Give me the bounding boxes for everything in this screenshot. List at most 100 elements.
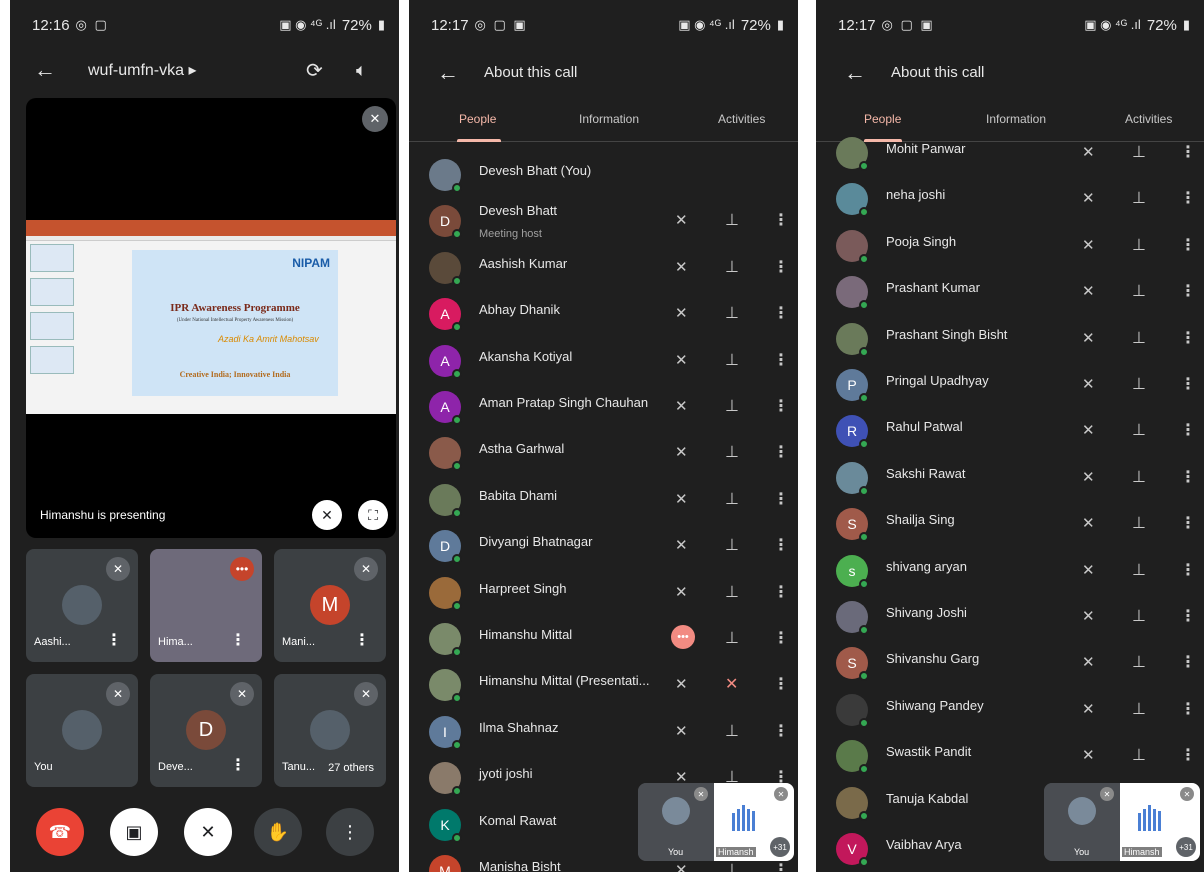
mic-off-icon[interactable]: ✕ [1082,700,1095,718]
pin-icon[interactable]: ⊥ [725,210,739,230]
mic-off-icon[interactable]: ✕ [1082,514,1095,532]
person-row[interactable]: Sakshi Rawat ✕ ⊥ ⋮ [816,456,1204,502]
more-options-icon[interactable]: ⋮ [773,396,789,416]
back-arrow-icon[interactable]: ← [844,60,866,86]
others-count[interactable]: 27 others [322,759,380,777]
mic-off-icon[interactable]: ✕ [675,397,688,415]
person-row[interactable]: D Devesh Bhatt Meeting host ✕ ⊥ ⋮ [409,199,798,245]
pin-icon[interactable]: ⊥ [725,442,739,462]
more-options-icon[interactable]: ⋮ [1180,606,1196,626]
mic-off-icon[interactable]: ✕ [1082,189,1095,207]
person-row[interactable]: Babita Dhami ✕ ⊥ ⋮ [409,478,798,524]
more-options-icon[interactable]: ⋮ [1180,699,1196,719]
participant-tile[interactable]: ✕ D Deve... ⋮ [150,674,262,787]
more-options-icon[interactable]: ⋮ [1180,560,1196,580]
mic-off-icon[interactable]: ✕ [1082,375,1095,393]
person-row[interactable]: Swastik Pandit ✕ ⊥ ⋮ [816,734,1204,780]
more-options-icon[interactable]: ⋮ [773,582,789,602]
pin-icon[interactable]: ⊥ [725,860,739,872]
mic-off-icon[interactable]: ✕ [675,861,688,872]
pin-icon[interactable]: ⊥ [1132,467,1146,487]
more-options-icon[interactable]: ⋮ [1180,188,1196,208]
person-row[interactable]: A Abhay Dhanik ✕ ⊥ ⋮ [409,292,798,338]
more-options-icon[interactable]: ⋮ [1180,235,1196,255]
pin-icon[interactable]: ⊥ [725,257,739,277]
person-row[interactable]: s shivang aryan ✕ ⊥ ⋮ [816,549,1204,595]
more-options-icon[interactable]: ⋮ [1180,467,1196,487]
pin-icon[interactable]: ⊥ [1132,513,1146,533]
mic-off-icon[interactable]: ✕ [1082,329,1095,347]
camera-off-button[interactable]: ▣ [110,808,158,856]
participant-tile[interactable]: ✕ Tanu... 27 others [274,674,386,787]
mic-off-icon[interactable]: ✕ [1082,561,1095,579]
mic-off-icon[interactable]: ✕ [1082,282,1095,300]
pin-icon[interactable]: ⊥ [1132,745,1146,765]
more-options-icon[interactable]: ⋮ [773,535,789,555]
mic-off-icon[interactable]: ✕ [1082,143,1095,161]
mic-off-button[interactable]: ✕ [184,808,232,856]
person-row[interactable]: Harpreet Singh ✕ ⊥ ⋮ [409,571,798,617]
person-row[interactable]: P Pringal Upadhyay ✕ ⊥ ⋮ [816,363,1204,409]
pin-icon[interactable]: ⊥ [1132,328,1146,348]
pin-icon[interactable]: ⊥ [725,396,739,416]
person-row[interactable]: Prashant Kumar ✕ ⊥ ⋮ [816,270,1204,316]
more-options-icon[interactable]: ⋮ [1180,513,1196,533]
tab-activities[interactable]: Activities [1125,112,1172,126]
more-options-icon[interactable]: ⋮ [1180,142,1196,162]
mic-off-icon[interactable]: ✕ [675,675,688,693]
mic-off-icon[interactable]: ✕ [1082,468,1095,486]
pin-icon[interactable]: ⊥ [1132,699,1146,719]
switch-camera-icon[interactable]: ⟳ [306,58,323,83]
person-row[interactable]: Shiwang Pandey ✕ ⊥ ⋮ [816,688,1204,734]
speaker-icon[interactable]: 🔈︎ [356,60,367,81]
more-options-icon[interactable]: ⋮ [1180,328,1196,348]
mic-off-icon[interactable]: ✕ [1082,236,1095,254]
more-options-icon[interactable]: ⋮ [106,630,122,650]
more-options-button[interactable]: ⋮ [326,808,374,856]
mic-off-icon[interactable]: ✕ [1082,421,1095,439]
more-options-icon[interactable]: ⋮ [773,350,789,370]
person-row[interactable]: Mohit Panwar ✕ ⊥ ⋮ [816,131,1204,177]
person-row[interactable]: Pooja Singh ✕ ⊥ ⋮ [816,224,1204,270]
person-row[interactable]: A Aman Pratap Singh Chauhan ✕ ⊥ ⋮ [409,385,798,431]
participant-tile[interactable]: ✕ You [26,674,138,787]
pin-icon[interactable]: ⊥ [725,303,739,323]
fullscreen-icon[interactable]: ⛶ [358,500,388,530]
pin-icon[interactable]: ⊥ [725,582,739,602]
pin-icon[interactable]: ⊥ [725,628,739,648]
mic-off-icon[interactable]: ✕ [675,490,688,508]
person-row[interactable]: S Shailja Sing ✕ ⊥ ⋮ [816,502,1204,548]
pin-off-icon[interactable]: ✕ [312,500,342,530]
mic-off-icon[interactable]: ✕ [675,258,688,276]
pin-icon[interactable]: ⊥ [1132,374,1146,394]
mic-off-icon[interactable]: ✕ [1082,607,1095,625]
pin-icon[interactable]: ⊥ [1132,281,1146,301]
mic-off-icon[interactable]: ✕ [675,304,688,322]
mic-off-icon[interactable]: ✕ [675,583,688,601]
mic-off-icon[interactable]: ✕ [675,351,688,369]
person-row[interactable]: I Ilma Shahnaz ✕ ⊥ ⋮ [409,710,798,756]
pin-icon[interactable]: ⊥ [725,535,739,555]
pin-icon[interactable]: ⊥ [725,721,739,741]
pin-icon[interactable]: ⊥ [1132,560,1146,580]
person-row[interactable]: Shivang Joshi ✕ ⊥ ⋮ [816,595,1204,641]
more-options-icon[interactable]: ⋮ [1180,745,1196,765]
person-row[interactable]: Himanshu Mittal (Presentati... ✕ ✕ ⋮ [409,663,798,709]
pin-icon[interactable]: ⊥ [725,350,739,370]
mic-off-icon[interactable]: ✕ [675,211,688,229]
mic-off-icon[interactable]: ✕ [675,536,688,554]
pin-icon[interactable]: ⊥ [1132,142,1146,162]
pin-icon[interactable]: ⊥ [1132,606,1146,626]
participant-tile[interactable]: ••• Hima... ⋮ [150,549,262,662]
more-options-icon[interactable]: ⋮ [230,630,246,650]
pin-icon[interactable]: ⊥ [1132,420,1146,440]
person-row[interactable]: S Shivanshu Garg ✕ ⊥ ⋮ [816,641,1204,687]
more-options-icon[interactable]: ⋮ [773,210,789,230]
mic-off-icon[interactable]: ✕ [675,443,688,461]
person-row[interactable]: Astha Garhwal ✕ ⊥ ⋮ [409,431,798,477]
tab-activities[interactable]: Activities [718,112,765,126]
person-row[interactable]: Prashant Singh Bisht ✕ ⊥ ⋮ [816,317,1204,363]
participant-tile[interactable]: ✕ M Mani... ⋮ [274,549,386,662]
tab-information[interactable]: Information [579,112,639,126]
more-options-icon[interactable]: ⋮ [1180,281,1196,301]
